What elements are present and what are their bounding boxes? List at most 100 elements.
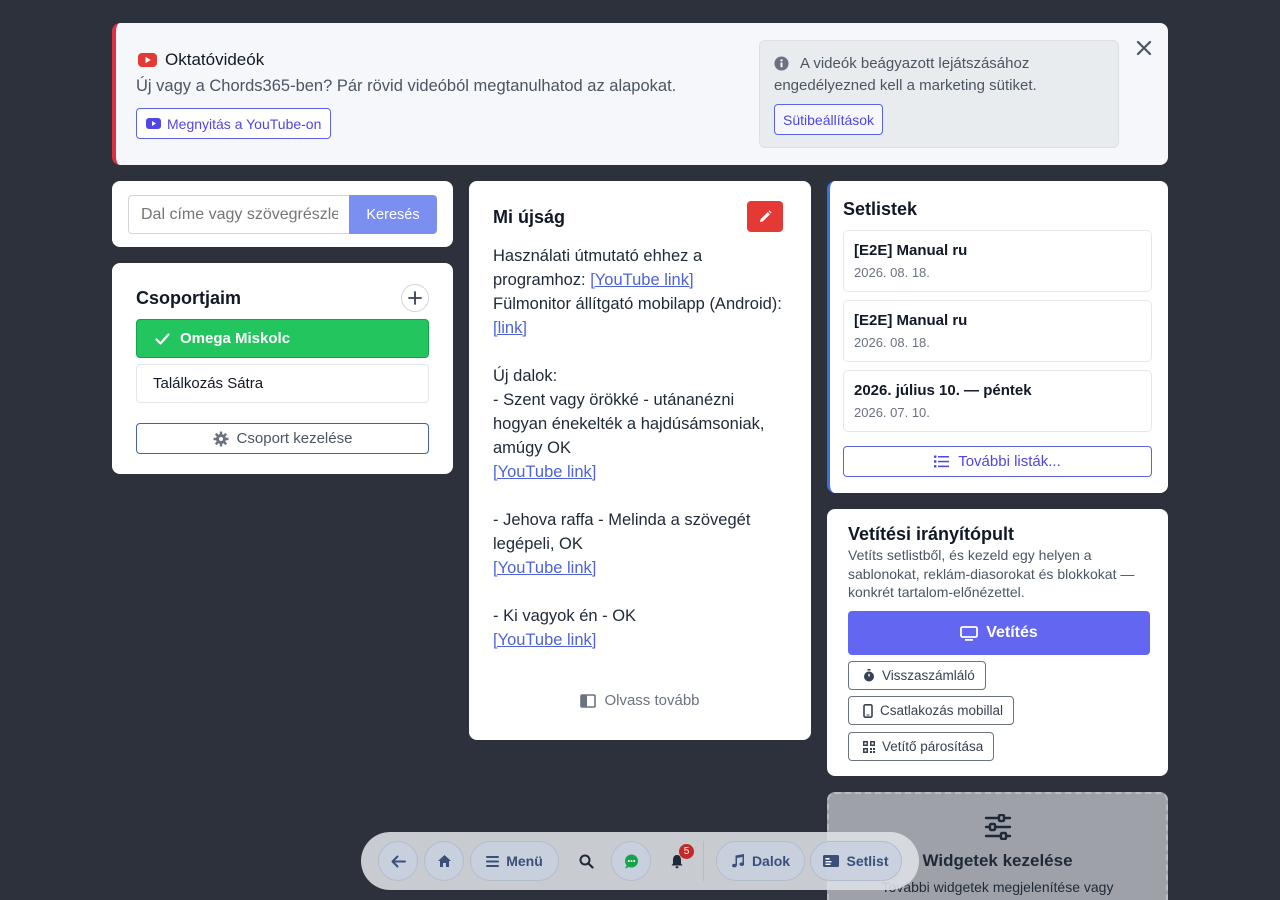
news-line: Fülmonitor állítgató mobilapp (Android):… — [493, 295, 782, 337]
group-item-active[interactable]: Omega Miskolc — [136, 319, 429, 358]
news-line — [493, 484, 787, 508]
read-more-label: Olvass tovább — [604, 692, 700, 709]
news-line: Új dalok: — [493, 367, 558, 385]
more-lists-button[interactable]: További listák... — [843, 446, 1152, 477]
manage-group-label: Csoport kezelése — [236, 430, 353, 447]
projection-title: Vetítési irányítópult — [848, 524, 1015, 544]
stopwatch-icon — [863, 669, 875, 682]
songs-label: Dalok — [751, 853, 791, 869]
mobile-icon — [863, 703, 873, 718]
project-button-label: Vetítés — [986, 624, 1038, 641]
pencil-icon — [758, 209, 772, 224]
countdown-button[interactable]: Visszaszámláló — [848, 661, 986, 690]
id-card-icon — [823, 855, 840, 867]
home-icon — [437, 854, 452, 868]
youtube-link[interactable]: [YouTube link] — [493, 463, 596, 481]
read-more-button[interactable]: Olvass tovább — [469, 692, 811, 709]
open-youtube-label: Megnyitás a YouTube-on — [167, 115, 322, 132]
more-lists-label: További listák... — [958, 453, 1061, 470]
setlist-name: 2026. július 10. — péntek — [854, 382, 1032, 399]
sliders-icon — [984, 814, 1012, 840]
projection-description: Vetíts setlistből, és kezeld egy helyen … — [848, 547, 1135, 600]
youtube-link[interactable]: [YouTube link] — [493, 631, 596, 649]
menu-button[interactable]: Menü — [470, 841, 559, 881]
chat-button[interactable] — [611, 841, 651, 881]
search-button[interactable]: Keresés — [349, 195, 437, 234]
edit-news-button[interactable] — [747, 201, 783, 232]
search-input[interactable] — [128, 195, 350, 234]
mobile-connect-label: Csatlakozás mobillal — [880, 703, 1004, 718]
notification-badge: 5 — [679, 844, 694, 859]
open-youtube-button[interactable]: Megnyitás a YouTube-on — [136, 108, 332, 139]
news-line — [493, 580, 787, 604]
news-line: Használati útmutató ehhez a programhoz: … — [493, 247, 703, 289]
news-line: - Jehova raffa - Melinda a szövegét legé… — [493, 511, 751, 553]
projector-pairing-label: Vetítő párosítása — [882, 739, 984, 754]
monitor-icon — [960, 625, 979, 641]
setlist-name: [E2E] Manual ru — [854, 312, 968, 329]
book-icon — [580, 693, 597, 708]
news-fade — [493, 649, 787, 685]
youtube-link[interactable]: [YouTube link] — [590, 271, 693, 289]
projector-pairing-button[interactable]: Vetítő párosítása — [848, 732, 995, 761]
back-button[interactable] — [378, 841, 418, 881]
hamburger-icon — [486, 855, 500, 867]
project-button[interactable]: Vetítés — [848, 611, 1150, 655]
setlist-item[interactable]: [E2E] Manual ru 2026. 08. 18. — [843, 300, 1152, 362]
add-group-button[interactable] — [401, 284, 429, 312]
countdown-label: Visszaszámláló — [882, 668, 975, 683]
groups-title: Csoportjaim — [136, 288, 242, 308]
setlist-item[interactable]: [E2E] Manual ru 2026. 08. 18. — [843, 230, 1152, 292]
qr-code-icon — [863, 740, 875, 753]
cookie-settings-button[interactable]: Sütibeállítások — [774, 104, 884, 135]
news-line: [YouTube link] — [493, 556, 787, 580]
news-title: Mi újság — [493, 207, 566, 227]
tutorial-banner: Oktatóvideók Új vagy a Chords365-ben? Pá… — [112, 23, 1168, 165]
songs-button[interactable]: Dalok — [716, 841, 805, 881]
group-item-label: Omega Miskolc — [180, 330, 291, 347]
setlist-date: 2026. 08. 18. — [854, 265, 930, 280]
plus-icon — [408, 291, 422, 305]
gear-icon — [213, 431, 229, 447]
home-button[interactable] — [424, 841, 464, 881]
banner-subtitle: Új vagy a Chords365-ben? Pár rövid videó… — [136, 77, 677, 95]
setlist-date: 2026. 08. 18. — [854, 335, 930, 350]
news-panel: Mi újság Használati útmutató ehhez a pro… — [469, 181, 811, 740]
mobile-connect-button[interactable]: Csatlakozás mobillal — [848, 696, 1015, 725]
youtube-icon — [146, 118, 161, 129]
bottom-navigation: Menü 5 Dalok Setlist — [361, 832, 919, 890]
groups-panel: Csoportjaim Omega Miskolc Találkozás Sát… — [112, 263, 453, 474]
chat-icon — [624, 854, 639, 869]
group-item[interactable]: Találkozás Sátra — [136, 364, 429, 403]
group-item-label: Találkozás Sátra — [153, 375, 264, 392]
setlists-panel: Setlistek [E2E] Manual ru 2026. 08. 18. … — [827, 181, 1168, 493]
song-search: Keresés — [112, 181, 453, 247]
list-icon — [934, 455, 950, 468]
close-icon[interactable] — [1134, 38, 1154, 58]
music-note-icon — [731, 854, 745, 868]
check-icon — [155, 332, 170, 345]
menu-label: Menü — [506, 853, 543, 869]
nav-divider — [703, 841, 704, 881]
setlist-date: 2026. 07. 10. — [854, 405, 930, 420]
news-line: [YouTube link] — [493, 460, 787, 484]
cookie-notice: A videók beágyazott lejátszásához engedé… — [759, 40, 1119, 148]
search-icon[interactable] — [566, 841, 606, 881]
youtube-link[interactable]: [YouTube link] — [493, 559, 596, 577]
manage-group-button[interactable]: Csoport kezelése — [136, 423, 429, 454]
arrow-left-icon — [391, 855, 406, 868]
news-line — [493, 340, 787, 364]
news-line: - Szent vagy örökké - utánanézni hogyan … — [493, 391, 765, 457]
projection-dashboard: Vetítési irányítópult Vetíts setlistből,… — [827, 509, 1168, 776]
news-content: Használati útmutató ehhez a programhoz: … — [493, 244, 787, 684]
app-link[interactable]: [link] — [493, 319, 527, 337]
setlist-button[interactable]: Setlist — [810, 841, 902, 881]
banner-title: Oktatóvideók — [138, 50, 264, 70]
setlist-label: Setlist — [846, 853, 889, 869]
setlist-name: [E2E] Manual ru — [854, 242, 968, 259]
cookie-notice-text: A videók beágyazott lejátszásához engedé… — [774, 55, 1037, 94]
setlist-item[interactable]: 2026. július 10. — péntek 2026. 07. 10. — [843, 370, 1152, 432]
youtube-icon — [138, 53, 157, 67]
banner-title-text: Oktatóvideók — [165, 50, 265, 69]
news-line: - Ki vagyok én - OK — [493, 607, 637, 625]
